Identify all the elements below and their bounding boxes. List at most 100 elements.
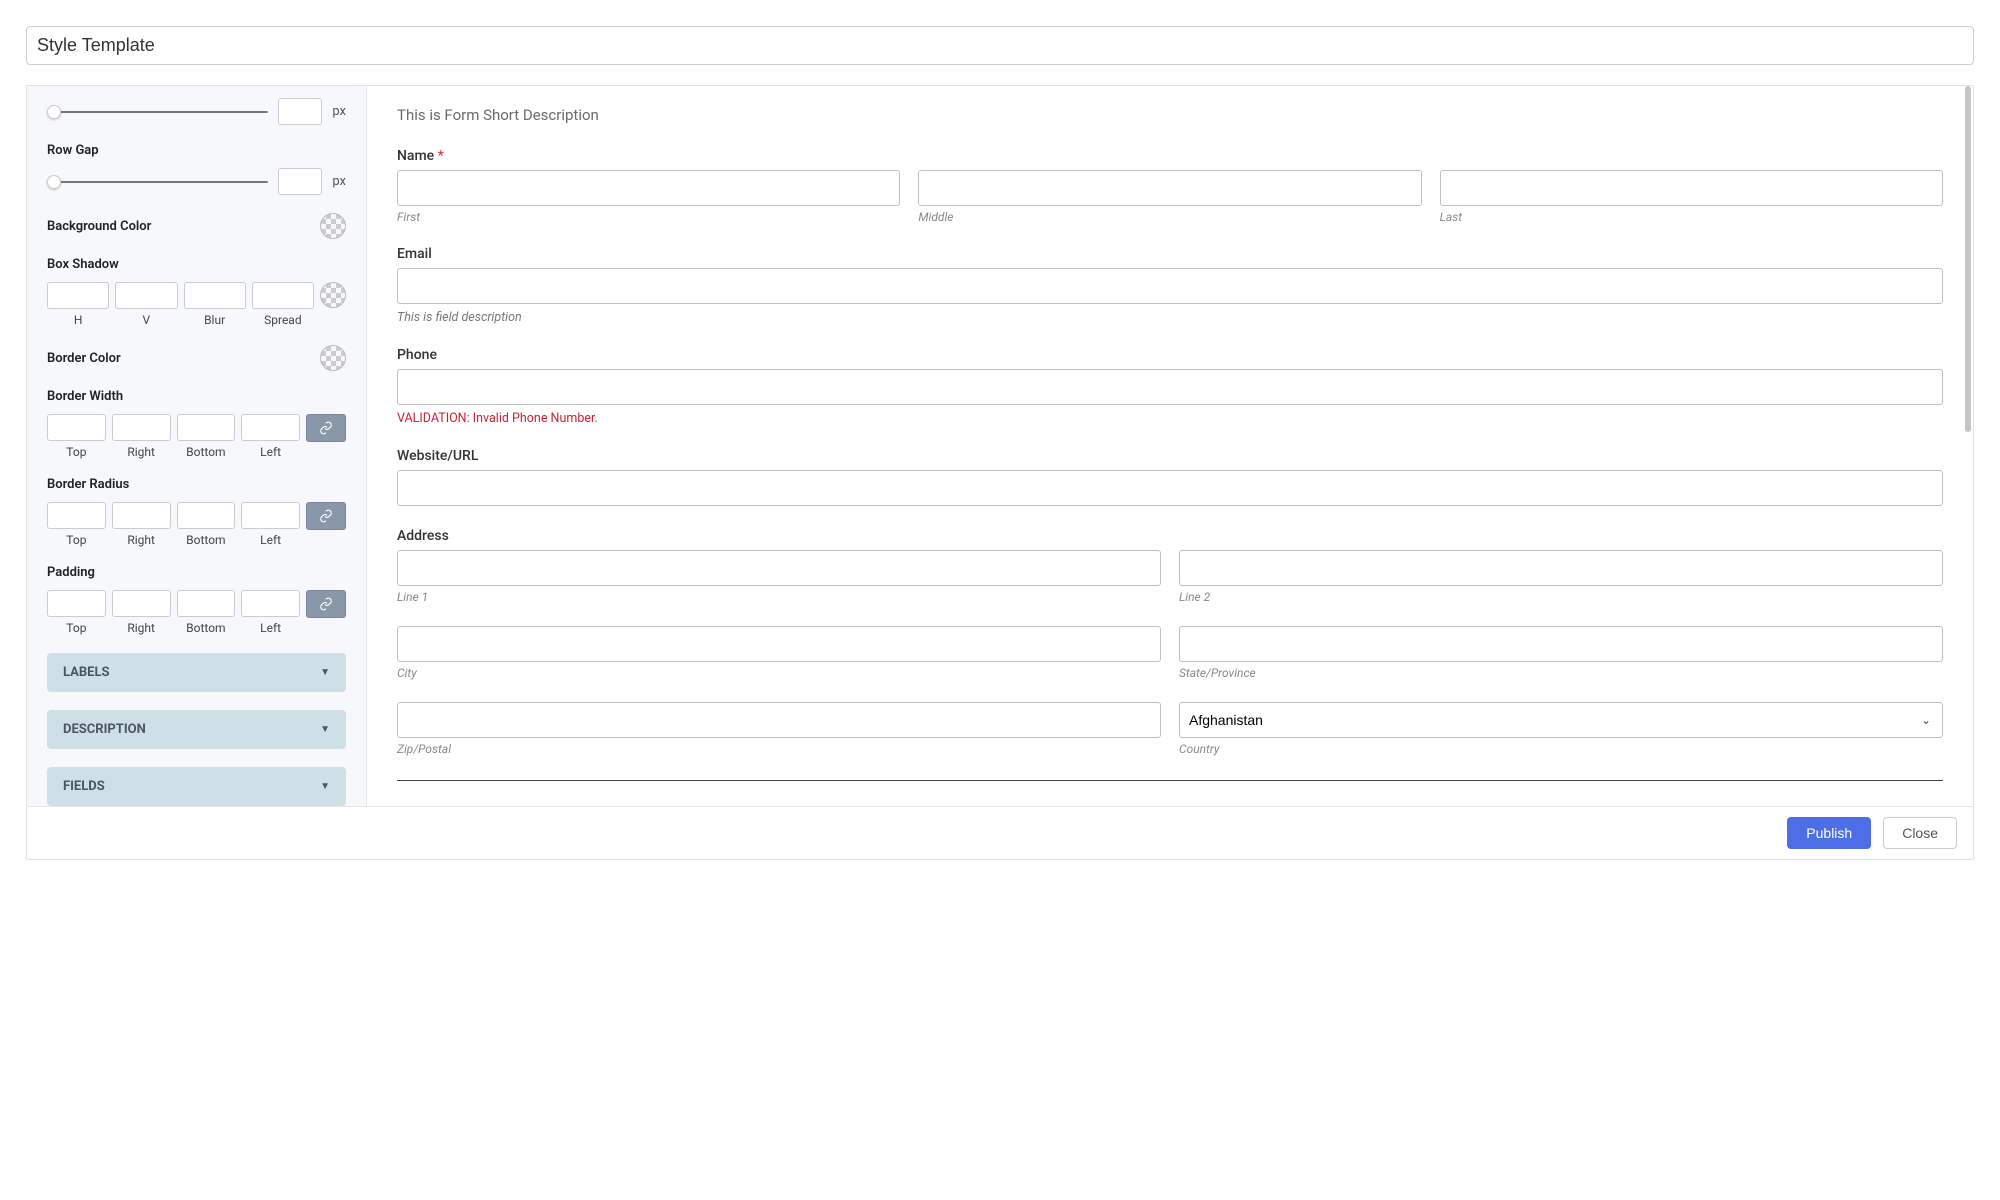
padding-right-input[interactable]	[112, 590, 171, 617]
accordion-labels[interactable]: LABELS ▼	[47, 653, 346, 692]
last-name-sublabel: Last	[1440, 210, 1943, 224]
padding-left-label: Left	[260, 621, 281, 635]
first-name-sublabel: First	[397, 210, 900, 224]
address-zip-sublabel: Zip/Postal	[397, 742, 1161, 756]
border-radius-left-input[interactable]	[241, 502, 300, 529]
border-width-link-button[interactable]	[306, 414, 346, 442]
accordion-fields[interactable]: FIELDS ▼	[47, 767, 346, 806]
border-radius-right-label: Right	[127, 533, 155, 547]
chevron-down-icon: ▼	[320, 781, 330, 792]
style-sidebar: px Row Gap px Background Color Box Shado…	[27, 86, 367, 806]
link-icon	[319, 421, 333, 435]
email-input[interactable]	[397, 268, 1943, 304]
accordion-description[interactable]: DESCRIPTION ▼	[47, 710, 346, 749]
padding-top-input[interactable]	[47, 590, 106, 617]
border-radius-label: Border Radius	[47, 477, 346, 492]
email-helper: This is field description	[397, 310, 1943, 325]
row-gap-input[interactable]	[278, 168, 322, 195]
chevron-down-icon: ▼	[320, 667, 330, 678]
border-width-bottom-label: Bottom	[186, 445, 225, 459]
background-color-chip[interactable]	[320, 213, 346, 239]
border-radius-top-input[interactable]	[47, 502, 106, 529]
link-icon	[319, 597, 333, 611]
column-gap-input[interactable]	[278, 98, 322, 125]
border-color-chip[interactable]	[320, 345, 346, 371]
close-button[interactable]: Close	[1883, 817, 1957, 849]
address-city-input[interactable]	[397, 626, 1161, 662]
border-width-top-input[interactable]	[47, 414, 106, 441]
website-label: Website/URL	[397, 448, 1943, 464]
border-width-bottom-input[interactable]	[177, 414, 236, 441]
shadow-v-label: V	[143, 313, 151, 327]
address-line2-input[interactable]	[1179, 550, 1943, 586]
border-width-label: Border Width	[47, 389, 346, 404]
accordion-description-text: DESCRIPTION	[63, 722, 146, 737]
name-label: Name *	[397, 148, 1943, 164]
border-color-label: Border Color	[47, 351, 121, 366]
section-divider	[397, 780, 1943, 781]
column-gap-slider[interactable]	[47, 111, 268, 113]
address-line2-sublabel: Line 2	[1179, 590, 1943, 604]
padding-link-button[interactable]	[306, 590, 346, 618]
address-label: Address	[397, 528, 1943, 544]
phone-error: VALIDATION: Invalid Phone Number.	[397, 411, 1943, 426]
unit-px: px	[332, 174, 346, 189]
unit-px: px	[332, 104, 346, 119]
chevron-down-icon: ▼	[320, 724, 330, 735]
row-gap-label: Row Gap	[47, 143, 346, 158]
border-width-left-input[interactable]	[241, 414, 300, 441]
shadow-v-input[interactable]	[115, 282, 177, 309]
required-indicator: *	[438, 148, 444, 164]
border-radius-left-label: Left	[260, 533, 281, 547]
border-radius-bottom-input[interactable]	[177, 502, 236, 529]
padding-label: Padding	[47, 565, 346, 580]
border-radius-bottom-label: Bottom	[186, 533, 225, 547]
padding-left-input[interactable]	[241, 590, 300, 617]
address-state-sublabel: State/Province	[1179, 666, 1943, 680]
middle-name-sublabel: Middle	[918, 210, 1421, 224]
border-radius-top-label: Top	[66, 533, 86, 547]
border-width-right-label: Right	[127, 445, 155, 459]
last-name-input[interactable]	[1440, 170, 1943, 206]
accordion-labels-text: LABELS	[63, 665, 110, 680]
template-title-input[interactable]	[26, 26, 1974, 65]
form-preview: This is Form Short Description Name * Fi…	[367, 86, 1973, 806]
first-name-input[interactable]	[397, 170, 900, 206]
address-state-input[interactable]	[1179, 626, 1943, 662]
padding-bottom-label: Bottom	[186, 621, 225, 635]
phone-label: Phone	[397, 347, 1943, 363]
shadow-blur-label: Blur	[204, 313, 225, 327]
footer-bar: Publish Close	[27, 806, 1973, 859]
padding-top-label: Top	[66, 621, 86, 635]
address-country-sublabel: Country	[1179, 742, 1943, 756]
publish-button[interactable]: Publish	[1787, 817, 1871, 849]
row-gap-slider[interactable]	[47, 181, 268, 183]
address-city-sublabel: City	[397, 666, 1161, 680]
shadow-spread-label: Spread	[264, 313, 301, 327]
shadow-h-input[interactable]	[47, 282, 109, 309]
background-color-label: Background Color	[47, 219, 151, 234]
address-country-select[interactable]	[1179, 702, 1943, 738]
phone-input[interactable]	[397, 369, 1943, 405]
link-icon	[319, 509, 333, 523]
padding-bottom-input[interactable]	[177, 590, 236, 617]
border-width-left-label: Left	[260, 445, 281, 459]
form-description: This is Form Short Description	[397, 106, 1943, 124]
address-line1-sublabel: Line 1	[397, 590, 1161, 604]
middle-name-input[interactable]	[918, 170, 1421, 206]
border-radius-right-input[interactable]	[112, 502, 171, 529]
shadow-color-chip[interactable]	[320, 282, 346, 308]
name-label-text: Name	[397, 148, 434, 164]
website-input[interactable]	[397, 470, 1943, 506]
address-line1-input[interactable]	[397, 550, 1161, 586]
scrollbar[interactable]	[1965, 86, 1971, 432]
address-zip-input[interactable]	[397, 702, 1161, 738]
shadow-h-label: H	[74, 313, 83, 327]
shadow-spread-input[interactable]	[252, 282, 314, 309]
border-width-right-input[interactable]	[112, 414, 171, 441]
shadow-blur-input[interactable]	[184, 282, 246, 309]
padding-right-label: Right	[127, 621, 155, 635]
email-label: Email	[397, 246, 1943, 262]
accordion-fields-text: FIELDS	[63, 779, 105, 794]
border-radius-link-button[interactable]	[306, 502, 346, 530]
